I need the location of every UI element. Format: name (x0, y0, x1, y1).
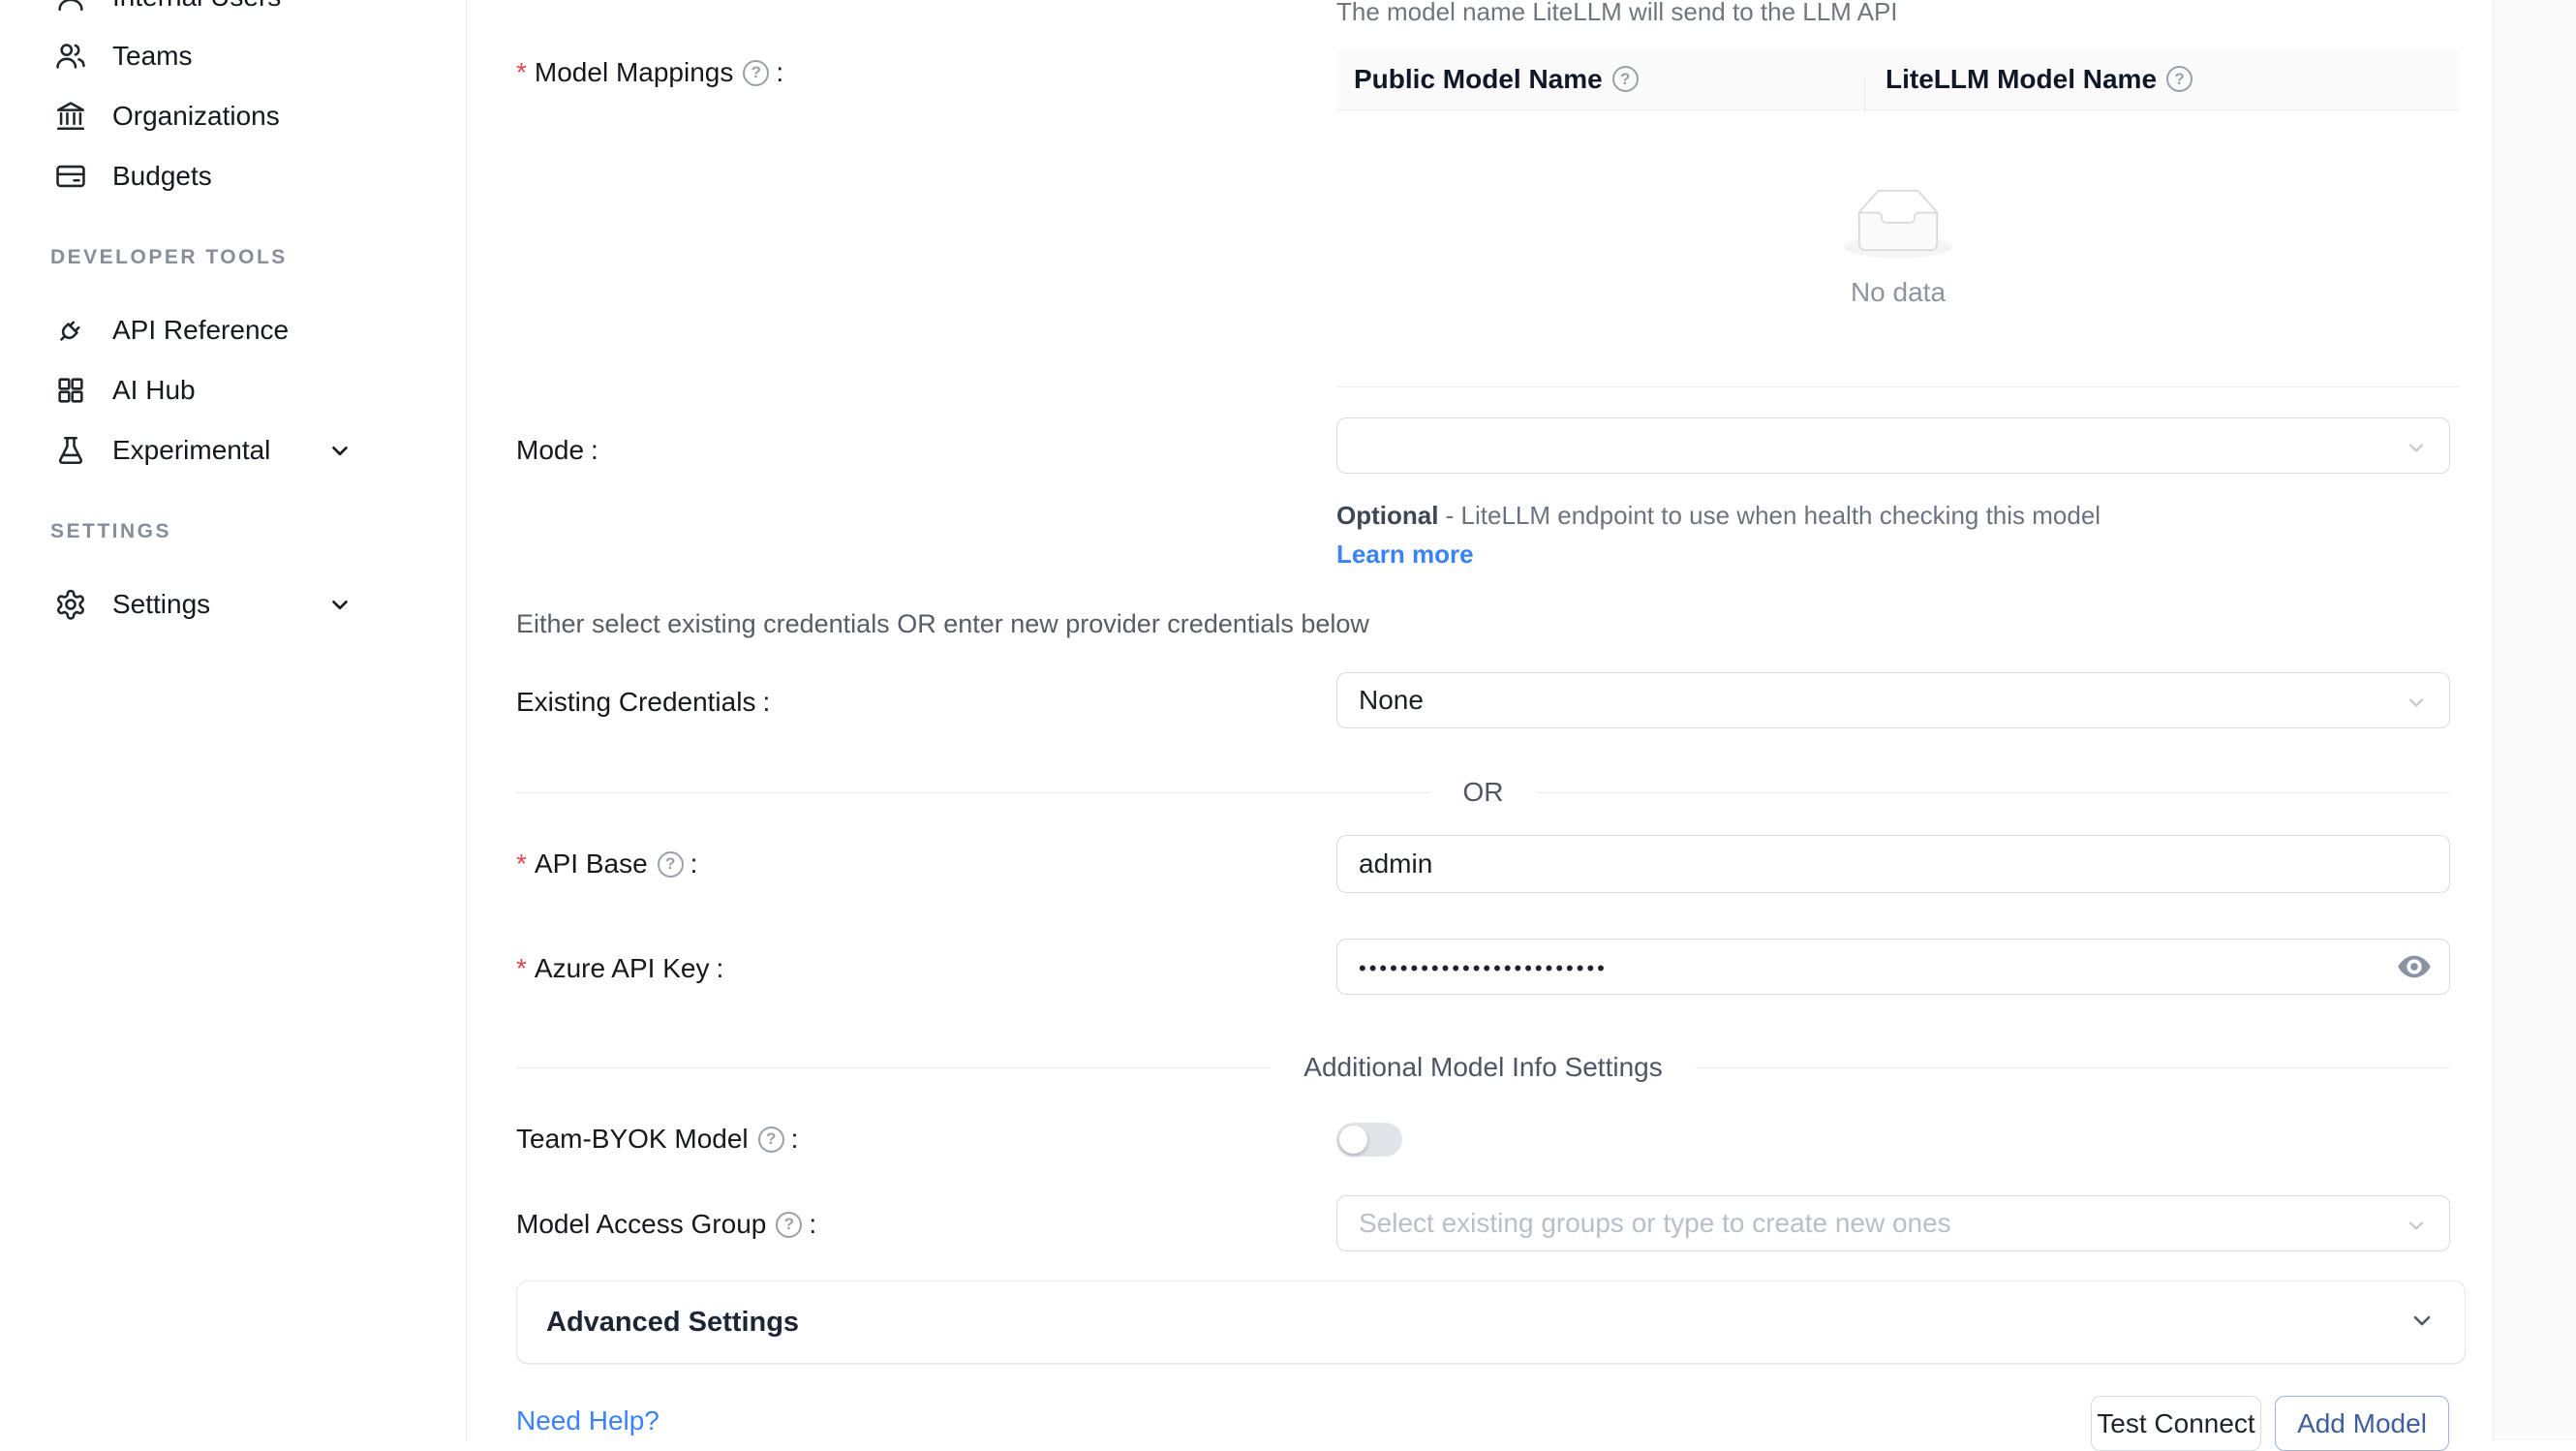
api-base-label: * API Base ? : (516, 849, 697, 880)
users-icon (54, 40, 87, 73)
mode-help-text: Optional - LiteLLM endpoint to use when … (1336, 496, 2150, 573)
grid-icon (54, 374, 87, 407)
help-icon[interactable]: ? (2166, 66, 2193, 92)
sidebar-section-settings: SETTINGS (50, 520, 171, 543)
sidebar-item-experimental[interactable]: Experimental (0, 423, 466, 478)
empty-inbox-icon (1844, 189, 1952, 263)
user-icon (54, 0, 87, 14)
azure-api-key-input[interactable]: •••••••••••••••••••••••• (1336, 939, 2450, 995)
existing-credentials-label: Existing Credentials : (516, 687, 770, 718)
chevron-down-icon (2405, 690, 2428, 721)
team-byok-label: Team-BYOK Model ? : (516, 1124, 798, 1155)
azure-api-key-label: * Azure API Key : (516, 953, 723, 984)
table-empty-state: No data (1336, 110, 2460, 387)
credit-card-icon (54, 160, 87, 193)
sidebar-item-settings[interactable]: Settings (0, 577, 466, 632)
sidebar-item-label: Budgets (112, 161, 212, 192)
help-icon[interactable]: ? (1612, 66, 1639, 92)
model-access-group-label: Model Access Group ? : (516, 1209, 816, 1240)
model-mappings-label: * Model Mappings ? : (516, 57, 783, 88)
bank-icon (54, 100, 87, 133)
additional-settings-divider: Additional Model Info Settings (516, 1052, 2450, 1083)
masked-password: •••••••••••••••••••••••• (1359, 952, 1608, 981)
sidebar-item-label: Experimental (112, 435, 270, 466)
help-icon[interactable]: ? (758, 1127, 784, 1153)
model-mappings-table: Public Model Name ? LiteLLM Model Name ?… (1336, 48, 2460, 387)
sidebar-item-organizations[interactable]: Organizations (0, 89, 466, 143)
chevron-down-icon (2408, 1307, 2436, 1339)
sidebar-item-api-reference[interactable]: API Reference (0, 303, 466, 357)
team-byok-toggle[interactable] (1336, 1123, 1402, 1157)
sidebar-item-label: API Reference (112, 315, 289, 346)
sidebar: Internal Users Teams Organizations Budge… (0, 0, 467, 1440)
mode-label: Mode : (516, 435, 598, 466)
test-connect-button[interactable]: Test Connect (2091, 1396, 2261, 1451)
chevron-down-icon (2405, 435, 2428, 466)
credentials-note: Either select existing credentials OR en… (516, 609, 1369, 639)
help-icon[interactable]: ? (743, 60, 769, 86)
sidebar-item-ai-hub[interactable]: AI Hub (0, 363, 466, 417)
sidebar-section-developer-tools: DEVELOPER TOOLS (50, 246, 288, 269)
required-asterisk: * (516, 953, 527, 984)
no-data-text: No data (1851, 277, 1946, 308)
model-access-group-select[interactable]: Select existing groups or type to create… (1336, 1195, 2450, 1251)
gear-icon (54, 588, 87, 621)
advanced-settings-panel[interactable]: Advanced Settings (516, 1281, 2466, 1364)
sidebar-item-label: Organizations (112, 101, 280, 132)
column-public-model-name: Public Model Name ? (1336, 64, 1864, 95)
advanced-settings-title: Advanced Settings (546, 1307, 799, 1339)
chevron-down-icon (327, 592, 353, 617)
sidebar-item-label: Internal Users (112, 0, 281, 13)
add-model-button[interactable]: Add Model (2275, 1396, 2449, 1451)
help-icon[interactable]: ? (776, 1212, 802, 1238)
plug-icon (54, 314, 87, 347)
learn-more-link[interactable]: Learn more (1336, 540, 1474, 569)
sidebar-item-teams[interactable]: Teams (0, 29, 466, 83)
sidebar-item-budgets[interactable]: Budgets (0, 149, 466, 203)
required-asterisk: * (516, 849, 527, 880)
sidebar-item-label: Settings (112, 589, 210, 620)
need-help-link[interactable]: Need Help? (516, 1405, 659, 1436)
table-header-row: Public Model Name ? LiteLLM Model Name ? (1336, 48, 2460, 110)
page-right-gutter (2493, 0, 2576, 1440)
sidebar-item-label: AI Hub (112, 375, 196, 406)
flask-icon (54, 434, 87, 467)
sidebar-item-internal-users[interactable]: Internal Users (0, 0, 466, 24)
chevron-down-icon (2405, 1213, 2428, 1244)
required-asterisk: * (516, 57, 527, 88)
chevron-down-icon (327, 438, 353, 463)
model-name-note: The model name LiteLLM will send to the … (1336, 0, 1898, 27)
or-divider: OR (516, 777, 2450, 808)
existing-credentials-select[interactable]: None (1336, 672, 2450, 728)
help-icon[interactable]: ? (658, 851, 684, 878)
sidebar-item-label: Teams (112, 41, 192, 72)
eye-icon[interactable] (2395, 947, 2434, 986)
mode-select[interactable] (1336, 417, 2450, 474)
column-litellm-model-name: LiteLLM Model Name ? (1864, 64, 2460, 95)
api-base-input[interactable] (1336, 835, 2450, 893)
